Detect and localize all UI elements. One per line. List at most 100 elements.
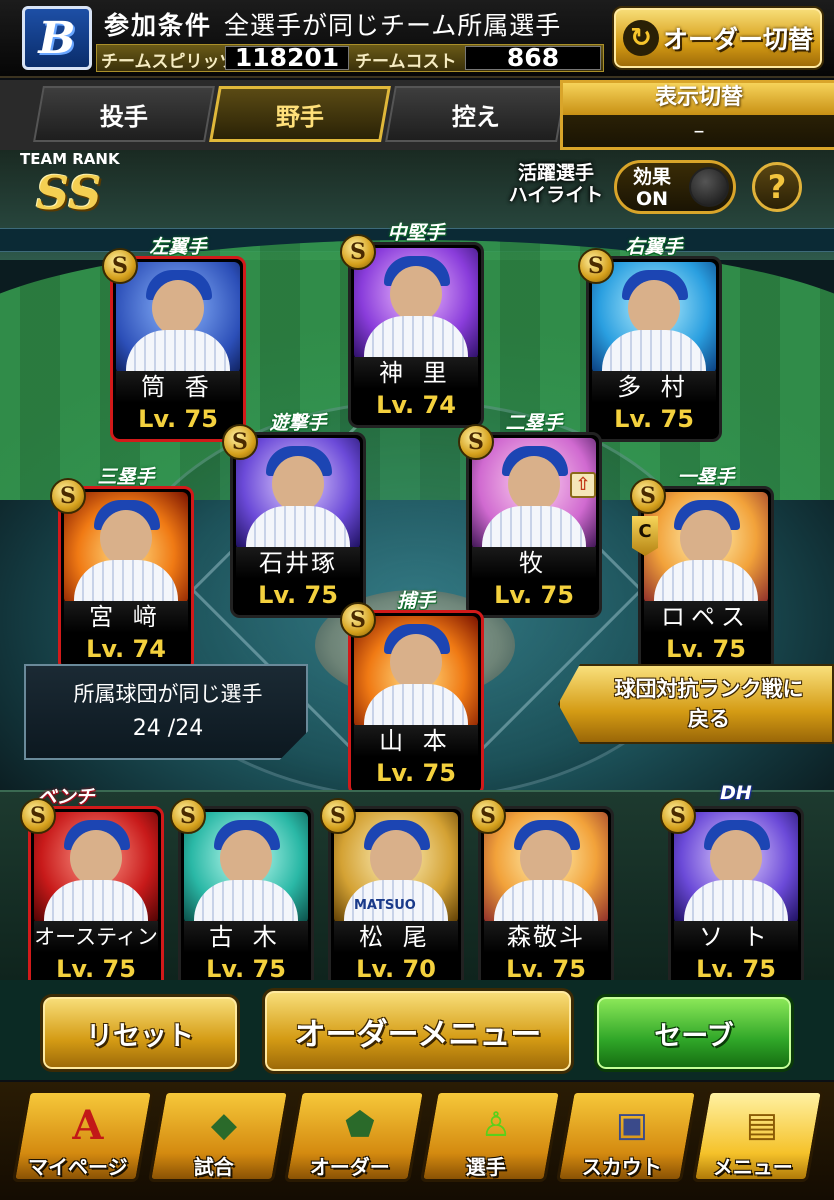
captain-c-badge-icon: C xyxy=(632,516,658,556)
rank-s-badge-icon: S xyxy=(340,234,376,270)
player-portrait xyxy=(484,812,608,924)
team-cost-label: チームコスト xyxy=(355,52,457,72)
player-card-rf[interactable]: 右翼手 多 村 Lv. 75 S xyxy=(578,236,722,442)
card-frame: ソ ト Lv. 75 xyxy=(668,806,804,992)
card-frame: MATSUO 松 尾 Lv. 70 xyxy=(328,806,464,992)
display-switch-button[interactable]: 表示切替 – xyxy=(560,80,834,150)
reset-button[interactable]: リセット xyxy=(40,994,240,1072)
team-rank-value: SS xyxy=(36,166,102,220)
card-frame: ロペス Lv. 75 xyxy=(638,486,774,672)
card-frame: 神 里 Lv. 74 xyxy=(348,242,484,428)
player-name: ソ ト xyxy=(674,921,798,953)
rank-s-badge-icon: S xyxy=(578,248,614,284)
rank-battle-return-button[interactable]: 球団対抗ランク戦に 戻る xyxy=(558,664,834,744)
stadium-icon: ◆ xyxy=(210,1105,238,1145)
player-portrait xyxy=(354,616,478,728)
player-card-ss[interactable]: 遊撃手 石井琢 Lv. 75 S xyxy=(222,412,366,618)
bench-label: ベンチ xyxy=(37,786,95,808)
player-name: オースティン xyxy=(34,921,158,953)
player-card-1b[interactable]: 一塁手 ロペス Lv. 75 S C xyxy=(630,466,774,672)
player-level: Lv. 75 xyxy=(506,955,586,983)
player-portrait xyxy=(34,812,158,924)
player-portrait xyxy=(592,262,716,374)
card-frame: 牧 Lv. 75 xyxy=(466,432,602,618)
player-name: 古 木 xyxy=(184,921,308,953)
rank-s-badge-icon: S xyxy=(630,478,666,514)
rank-battle-label: 球団対抗ランク戦に 戻る xyxy=(586,674,832,734)
player-name: 森敬斗 xyxy=(484,921,608,953)
player-portrait xyxy=(64,492,188,604)
field-order-icon: ⬟ xyxy=(345,1105,375,1145)
nav-match[interactable]: ◆ 試合 xyxy=(147,1090,291,1182)
player-icon: ♙ xyxy=(480,1105,512,1145)
display-switch-title: 表示切替 xyxy=(563,83,834,115)
player-card-3b[interactable]: 三塁手 宮 﨑 Lv. 74 S xyxy=(50,466,194,672)
player-card-cf[interactable]: 中堅手 神 里 Lv. 74 S xyxy=(340,222,484,428)
player-name: 山 本 xyxy=(354,725,478,757)
help-icon[interactable]: ? xyxy=(752,162,802,212)
player-name: ロペス xyxy=(644,601,768,633)
highlight-label-line1: 活躍選手 xyxy=(517,162,594,184)
jersey-name: MATSUO xyxy=(354,898,416,913)
toggle-knob xyxy=(689,167,729,207)
bench-card-4[interactable]: 森敬斗 Lv. 75 S xyxy=(470,798,614,992)
nav-players[interactable]: ♙ 選手 xyxy=(419,1090,563,1182)
rank-s-badge-icon: S xyxy=(20,798,56,834)
player-level: Lv. 75 xyxy=(56,955,136,983)
player-level: Lv. 75 xyxy=(258,581,338,609)
order-switch-label: オーダー切替 xyxy=(662,25,813,54)
nav-match-label: 試合 xyxy=(193,1155,234,1179)
nav-order[interactable]: ⬟ オーダー xyxy=(283,1090,427,1182)
player-level: Lv. 75 xyxy=(666,635,746,663)
display-switch-value: – xyxy=(693,119,705,144)
highlight-label: 活躍選手 ハイライト xyxy=(508,162,604,206)
tab-fielder[interactable]: 野手 xyxy=(209,86,391,142)
effect-toggle-label: 効果 ON xyxy=(627,166,677,210)
rank-s-badge-icon: S xyxy=(458,424,494,460)
order-switch-button[interactable]: ↻ オーダー切替 xyxy=(612,6,824,70)
bench-card-2[interactable]: 古 木 Lv. 75 S xyxy=(170,798,314,992)
rank-s-badge-icon: S xyxy=(170,798,206,834)
player-name: 神 里 xyxy=(354,357,478,389)
rank-battle-line1: 球団対抗ランク戦に xyxy=(614,677,804,701)
rank-s-badge-icon: S xyxy=(50,478,86,514)
save-button[interactable]: セーブ xyxy=(594,994,794,1072)
card-frame: 筒 香 Lv. 75 xyxy=(110,256,246,442)
card-frame: オースティン Lv. 75 xyxy=(28,806,164,992)
player-level: Lv. 70 xyxy=(356,955,436,983)
player-level: Lv. 74 xyxy=(86,635,166,663)
player-name: 牧 xyxy=(472,547,596,579)
bench-card-dh[interactable]: DH ソ ト Lv. 75 S xyxy=(660,782,804,992)
team-logo-letter: B xyxy=(38,12,76,64)
effect-toggle[interactable]: 効果 ON xyxy=(614,160,736,214)
card-frame: 多 村 Lv. 75 xyxy=(586,256,722,442)
rank-s-badge-icon: S xyxy=(470,798,506,834)
highlight-label-line2: ハイライト xyxy=(508,184,604,206)
bench-card-3[interactable]: MATSUO 松 尾 Lv. 70 S xyxy=(320,798,464,992)
player-portrait: MATSUO xyxy=(334,812,458,924)
player-portrait xyxy=(354,248,478,360)
player-card-lf[interactable]: 左翼手 筒 香 Lv. 75 S xyxy=(102,236,246,442)
scout-card-icon: ▣ xyxy=(615,1105,649,1145)
tab-pitcher[interactable]: 投手 xyxy=(33,86,215,142)
player-card-2b[interactable]: 二塁手 牧 Lv. 75 S ⇧ xyxy=(458,412,602,618)
nav-mypage[interactable]: A マイページ xyxy=(11,1090,155,1182)
player-level: Lv. 74 xyxy=(376,391,456,419)
effect-label: 効果 xyxy=(632,166,671,188)
player-name: 多 村 xyxy=(592,371,716,403)
order-menu-button[interactable]: オーダーメニュー xyxy=(262,988,574,1074)
player-name: 宮 﨑 xyxy=(64,601,188,633)
rank-s-badge-icon: S xyxy=(660,798,696,834)
player-name: 石井琢 xyxy=(236,547,360,579)
player-card-c[interactable]: 捕手 山 本 Lv. 75 S xyxy=(340,590,484,796)
same-team-count: 24 /24 xyxy=(132,716,204,741)
player-level: Lv. 75 xyxy=(696,955,776,983)
player-name: 松 尾 xyxy=(334,921,458,953)
bench-card-1[interactable]: ベンチ オースティン Lv. 75 S xyxy=(20,786,164,992)
nav-menu[interactable]: ▤ メニュー xyxy=(691,1090,825,1182)
tab-reserve[interactable]: 控え xyxy=(385,86,567,142)
nav-scout[interactable]: ▣ スカウト xyxy=(555,1090,699,1182)
player-level: Lv. 75 xyxy=(138,405,218,433)
nav-menu-label: メニュー xyxy=(712,1155,793,1179)
effect-state: ON xyxy=(635,188,669,210)
